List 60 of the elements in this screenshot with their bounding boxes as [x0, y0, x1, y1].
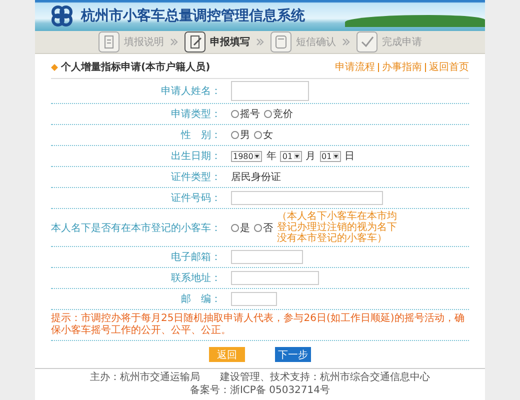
- site-title: 杭州市小客车总量调控管理信息系统: [81, 6, 305, 24]
- input-field[interactable]: [231, 292, 277, 306]
- step-item: 申报填写: [184, 31, 250, 53]
- caret-icon: [254, 153, 260, 159]
- footer-text: 备案号：浙ICP备 05032714号: [188, 384, 332, 397]
- nav-link[interactable]: 办事指南: [382, 60, 422, 74]
- dropdown[interactable]: 1980: [231, 150, 262, 162]
- input-field[interactable]: [231, 250, 303, 264]
- footer-text: 主办：杭州市交通运输局 建设管理、技术支持：杭州市综合交通信息中心: [89, 371, 431, 384]
- check-step-icon: [356, 31, 378, 53]
- radio-button[interactable]: [254, 224, 262, 232]
- next-button[interactable]: 下一步: [275, 347, 311, 362]
- dropdown[interactable]: 01: [280, 150, 302, 162]
- form-title: 个人增量指标申请(本市户籍人员): [61, 60, 210, 74]
- unit-label: 月: [306, 150, 316, 163]
- input-field[interactable]: [231, 81, 309, 101]
- radio-label: 否: [263, 222, 273, 234]
- caret-icon: [332, 153, 339, 159]
- caret-icon: [294, 153, 300, 159]
- nav-link[interactable]: 返回首页: [429, 60, 469, 74]
- field-label: 申请人姓名：: [160, 84, 222, 98]
- dropdown[interactable]: 01: [320, 150, 341, 162]
- chevron-icon: [256, 38, 264, 46]
- tip-text: 提示：市调控办将于每月25日随机抽取申请人代表，参与26日(如工作日顺延)的摇号活动，确保小客车摇号工作的公开、公平、公正。: [51, 310, 469, 341]
- field-label: 电子邮箱：: [170, 250, 222, 264]
- nav-link[interactable]: 申请流程: [335, 60, 375, 74]
- radio-button[interactable]: [254, 131, 262, 139]
- logo-icon: [49, 2, 75, 28]
- field-value: 居民身份证: [231, 171, 281, 184]
- unit-label: 年: [266, 150, 276, 163]
- bullet-icon: [51, 64, 58, 70]
- chevron-icon: [170, 38, 178, 46]
- step-item: 填报说明: [98, 31, 164, 53]
- phone-step-icon: [270, 31, 292, 53]
- step-item: 完成申请: [356, 31, 422, 53]
- field-label: 性 别：: [180, 128, 222, 142]
- field-label: 联系地址：: [170, 272, 222, 285]
- radio-label: 摇号: [240, 108, 260, 121]
- input-field[interactable]: [231, 271, 319, 285]
- unit-label: 日: [344, 150, 355, 163]
- field-label: 邮 编：: [180, 292, 222, 306]
- radio-button[interactable]: [231, 131, 239, 139]
- note-text: （本人名下小客车在本市均登记办理过注销的视为名下没有本市登记的小客车）: [277, 211, 397, 244]
- doc-step-icon: [98, 31, 120, 53]
- radio-button[interactable]: [264, 110, 272, 118]
- radio-label: 是: [240, 222, 250, 234]
- radio-label: 男: [240, 129, 250, 142]
- input-field[interactable]: [231, 191, 383, 205]
- field-label: 本人名下是否有在本市登记的小客车：: [51, 222, 222, 234]
- radio-label: 女: [263, 129, 273, 142]
- field-label: 证件号码：: [170, 192, 222, 205]
- field-label: 出生日期：: [170, 150, 222, 163]
- step-item: 短信确认: [270, 31, 336, 53]
- radio-button[interactable]: [231, 110, 239, 118]
- chevron-icon: [342, 38, 350, 46]
- edit-step-icon: [184, 31, 206, 53]
- radio-label: 竞价: [273, 108, 293, 121]
- field-label: 证件类型：: [170, 170, 222, 184]
- field-label: 申请类型：: [170, 108, 222, 121]
- radio-button[interactable]: [231, 224, 239, 232]
